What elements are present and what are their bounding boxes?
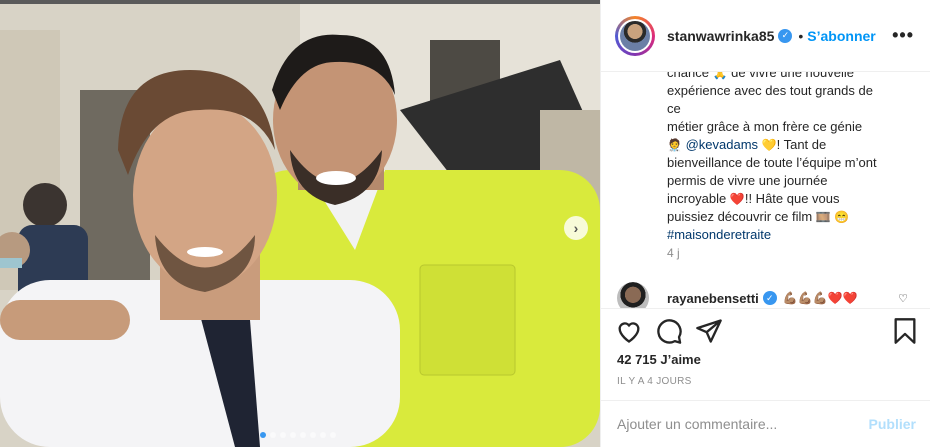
post-header: stanwawrinka85 ✓ • S’abonner ••• (601, 0, 930, 72)
carousel-next-button[interactable]: › (564, 216, 588, 240)
commenter-username[interactable]: rayanebensetti (667, 291, 759, 306)
follow-button[interactable]: S’abonner (807, 28, 875, 44)
post-timestamp[interactable]: IL Y A 4 JOURS (617, 376, 692, 387)
heart-icon[interactable] (615, 317, 643, 345)
post-sidebar: stanwawrinka85 ✓ • S’abonner ••• chance … (600, 0, 930, 447)
carousel-dot (290, 432, 296, 438)
pray-emoji-icon: 🙏 (712, 72, 728, 80)
grin-emoji-icon: 😁 (834, 210, 850, 224)
comment-icon[interactable] (655, 317, 683, 345)
hashtag-link[interactable]: #maisonderetraite (667, 227, 771, 242)
likes-count[interactable]: 42 715 J’aime (617, 352, 701, 367)
verified-badge-icon: ✓ (762, 291, 777, 305)
comments-section[interactable]: chance 🙏 de vivre une nouvelle expérienc… (601, 72, 930, 308)
chevron-right-icon: › (573, 220, 579, 236)
mention-link[interactable]: @kevadams (686, 137, 758, 152)
carousel-dot (310, 432, 316, 438)
comment-input[interactable] (615, 415, 869, 433)
yellow-heart-icon: 💛 (761, 138, 777, 152)
verified-badge-icon: ✓ (778, 28, 793, 43)
carousel-dot (260, 432, 266, 438)
film-emoji-icon: 🎞️ (815, 210, 831, 224)
comment-item: rayanebensetti ✓ 💪🏽💪🏽💪🏽❤️❤️ (617, 282, 857, 308)
caption-time: 4 j (667, 246, 680, 260)
comment-like-icon[interactable]: ♡ (898, 292, 908, 305)
header-separator: • (798, 27, 804, 44)
carousel-dot (300, 432, 306, 438)
carousel-dot (320, 432, 326, 438)
carousel-dot (330, 432, 336, 438)
instagram-post: › stanwawrinka85 ✓ • S’abonner ••• chanc… (0, 0, 930, 447)
commenter-avatar[interactable] (617, 282, 649, 308)
comment-text: 💪🏽💪🏽💪🏽❤️❤️ (782, 291, 858, 305)
post-photo[interactable]: › (0, 0, 600, 447)
carousel-dot (280, 432, 286, 438)
red-heart-icon: ❤️ (729, 192, 745, 206)
post-caption: chance 🙏 de vivre une nouvelle expérienc… (667, 72, 877, 244)
author-username[interactable]: stanwawrinka85 (667, 28, 774, 44)
carousel-dot (270, 432, 276, 438)
add-comment-bar: Publier (601, 400, 930, 447)
carousel-indicator (260, 432, 336, 438)
more-options-icon[interactable]: ••• (892, 25, 914, 46)
photo-illustration (0, 4, 600, 447)
post-actions (601, 308, 930, 353)
publish-button[interactable]: Publier (869, 416, 916, 432)
share-icon[interactable] (695, 317, 723, 345)
bookmark-icon[interactable] (891, 317, 919, 345)
person-emoji-icon: 🧑‍⚕️ (667, 138, 682, 152)
author-avatar[interactable] (615, 15, 655, 56)
